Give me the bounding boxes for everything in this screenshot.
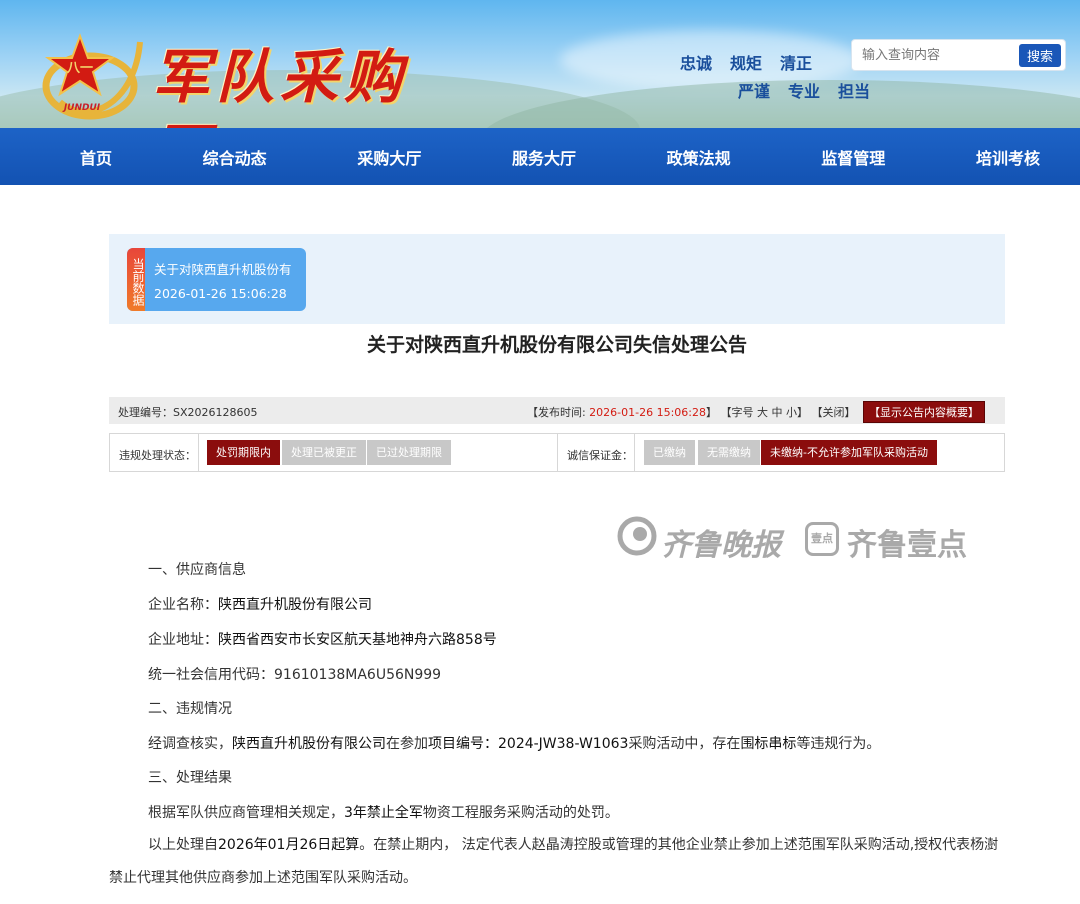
watermark-brand-2: 齐鲁壹点	[847, 528, 967, 563]
font-size-prefix: 【字号	[720, 406, 754, 419]
credit-code: 91610138MA6U56N999	[274, 667, 442, 683]
slogan: 规矩	[730, 54, 763, 73]
violation-end: 等违规行为。	[796, 736, 881, 752]
divider	[557, 434, 558, 471]
violation-company: 陕西直升机股份有限公司	[232, 736, 386, 752]
violation-mid-1: 在参加	[386, 736, 428, 752]
search-input[interactable]	[856, 43, 1016, 67]
company-name-line: 企业名称：陕西直升机股份有限公司	[148, 594, 372, 614]
status-expired[interactable]: 已过处理期限	[367, 440, 451, 465]
slogan: 清正	[780, 54, 813, 73]
emblem-text: 八一	[66, 61, 93, 76]
credit-code-label: 统一社会信用代码：	[148, 667, 274, 683]
slogan: 严谨	[738, 82, 771, 101]
company-address: 陕西省西安市长安区航天基地神舟六路858号	[218, 632, 497, 648]
watermark: 齐鲁晚报 壹点 齐鲁壹点	[617, 512, 987, 563]
slogan: 忠诚	[680, 54, 713, 73]
status-corrected[interactable]: 处理已被更正	[282, 440, 366, 465]
slogan-row-2: 严谨 专业 担当	[738, 78, 888, 102]
divider	[634, 434, 635, 471]
site-name[interactable]: 军队采购网	[152, 40, 432, 128]
search-box: 搜索	[851, 39, 1066, 71]
nav-policy[interactable]: 政策法规	[667, 145, 731, 169]
process-number: 处理编号：SX2026128605	[118, 404, 258, 420]
effective-paragraph: 以上处理自2026年01月26日起算。在禁止期内， 法定代表人赵晶涛控股或管理的…	[109, 829, 1005, 895]
header-banner: 八一 JUNDUI 军队采购网 忠诚规矩清正 严谨专业担当 搜索	[0, 0, 1080, 128]
section-result: 三、处理结果	[148, 770, 232, 786]
current-data-tag: 当前数据	[127, 248, 145, 311]
result-end: 物资工程服务采购活动的处罚。	[422, 805, 619, 821]
divider	[198, 434, 199, 471]
section-violation: 二、违规情况	[148, 701, 232, 717]
status-within-period[interactable]: 处罚期限内	[207, 440, 280, 465]
project-number: 2024-JW38-W1063	[498, 736, 629, 752]
current-data-card[interactable]: 当前数据 关于对陕西直升机股份有 2026-01-26 15:06:28	[127, 248, 306, 311]
violation-mid-2: 采购活动中，存在	[628, 736, 741, 752]
search-button[interactable]: 搜索	[1019, 44, 1061, 67]
notice-title: 关于对陕西直升机股份有限公司失信处理公告	[366, 334, 747, 356]
nav-procurement-hall[interactable]: 采购大厅	[357, 145, 421, 169]
violation-prefix: 经调查核实，	[148, 736, 232, 752]
company-name-label: 企业名称：	[148, 597, 218, 613]
font-large-button[interactable]: 大	[757, 406, 768, 419]
status-bar: 违规处理状态： 处罚期限内 处理已被更正 已过处理期限 诚信保证金： 已缴纳 无…	[109, 433, 1005, 472]
watermark-logo-icon	[617, 516, 657, 556]
nav-training[interactable]: 培训考核	[976, 145, 1040, 169]
company-address-line: 企业地址：陕西省西安市长安区航天基地神舟六路858号	[148, 629, 497, 649]
current-data-title: 关于对陕西直升机股份有	[154, 262, 292, 277]
company-address-label: 企业地址：	[148, 632, 218, 648]
font-size-suffix: 】	[797, 406, 808, 419]
font-medium-button[interactable]: 中	[772, 406, 783, 419]
publish-prefix: 【发布时间:	[526, 406, 590, 419]
process-number-value: SX2026128605	[173, 406, 258, 419]
current-data-panel: 当前数据 关于对陕西直升机股份有 2026-01-26 15:06:28	[109, 234, 1005, 324]
effective-date: 2026年01月26日起算	[218, 837, 360, 853]
meta-controls: 【发布时间: 2026-01-26 15:06:28】 【字号 大 中 小】 【…	[527, 401, 985, 423]
project-number-label: 项目编号：	[428, 736, 498, 752]
watermark-brand-1: 齐鲁晚报	[661, 528, 781, 563]
emblem-subtext: JUNDUI	[62, 103, 101, 113]
nav-service-hall[interactable]: 服务大厅	[512, 145, 576, 169]
nav-supervision[interactable]: 监督管理	[821, 145, 885, 169]
show-summary-button[interactable]: 【显示公告内容概要】	[863, 401, 985, 423]
watermark-badge: 壹点	[805, 522, 839, 556]
deposit-not-required[interactable]: 无需缴纳	[698, 440, 760, 465]
close-button[interactable]: 【关闭】	[812, 406, 856, 419]
result-penalty: 3年禁止全军	[344, 805, 423, 821]
publish-date: 2026-01-26 15:06:28	[589, 406, 706, 419]
credit-code-line: 统一社会信用代码：91610138MA6U56N999	[148, 664, 441, 684]
deposit-label: 诚信保证金：	[567, 449, 633, 462]
publish-suffix: 】	[706, 406, 717, 419]
font-small-button[interactable]: 小	[786, 406, 797, 419]
process-number-label: 处理编号：	[118, 406, 173, 419]
result-line: 根据军队供应商管理相关规定，3年禁止全军物资工程服务采购活动的处罚。	[148, 802, 619, 822]
army-star-logo-icon[interactable]: 八一 JUNDUI	[40, 32, 144, 124]
slogan: 专业	[788, 82, 821, 101]
current-data-time: 2026-01-26 15:06:28	[154, 286, 287, 301]
nav-news[interactable]: 综合动态	[203, 145, 267, 169]
result-prefix: 根据军队供应商管理相关规定，	[148, 805, 344, 821]
violation-kind: 围标串标	[740, 736, 797, 752]
meta-bar: 处理编号：SX2026128605 【发布时间: 2026-01-26 15:0…	[109, 397, 1005, 424]
nav-home[interactable]: 首页	[80, 145, 112, 169]
main-nav: 首页 综合动态 采购大厅 服务大厅 政策法规 监督管理 培训考核	[0, 128, 1080, 185]
slogan-row-1: 忠诚 规矩 清正	[680, 50, 830, 74]
section-supplier-info: 一、供应商信息	[148, 562, 246, 578]
effective-prefix: 以上处理自	[148, 837, 218, 853]
deposit-paid[interactable]: 已缴纳	[644, 440, 695, 465]
violation-status-label: 违规处理状态：	[119, 449, 196, 462]
violation-line: 经调查核实，陕西直升机股份有限公司在参加项目编号：2024-JW38-W1063…	[148, 733, 880, 753]
deposit-unpaid[interactable]: 未缴纳-不允许参加军队采购活动	[761, 440, 937, 465]
slogan: 担当	[838, 82, 871, 101]
company-name: 陕西直升机股份有限公司	[218, 597, 372, 613]
